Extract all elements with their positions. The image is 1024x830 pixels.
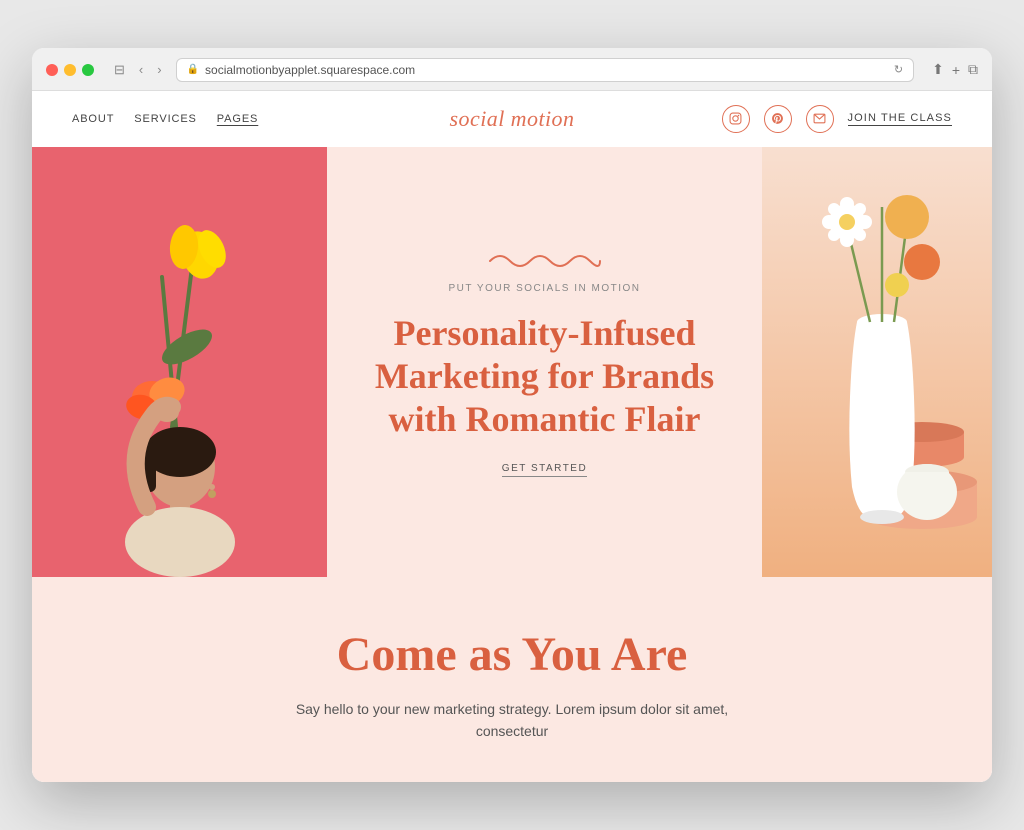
url-text: socialmotionbyapplet.squarespace.com (205, 63, 415, 77)
vases-photo (762, 147, 992, 577)
nav-about[interactable]: ABOUT (72, 113, 114, 125)
nav-right: JOIN THE CLASS (722, 105, 952, 133)
browser-chrome: ⊟ ‹ › 🔒 socialmotionbyapplet.squarespace… (32, 48, 992, 91)
share-button[interactable]: ⬆ (932, 61, 944, 78)
vases-svg (762, 147, 992, 577)
nav-left: ABOUT SERVICES PAGES (72, 113, 258, 125)
traffic-lights (46, 64, 94, 76)
maximize-dot[interactable] (82, 64, 94, 76)
sidebar-toggle[interactable]: ⊟ (110, 60, 129, 80)
email-icon[interactable] (806, 105, 834, 133)
browser-nav-controls: ⊟ ‹ › (110, 60, 166, 80)
hero-center-content: PUT YOUR SOCIALS IN MOTION Personality-I… (327, 147, 762, 577)
get-started-button[interactable]: GET STARTED (502, 463, 587, 477)
browser-action-buttons: ⬆ + ⧉ (932, 61, 978, 78)
wavy-decoration (485, 246, 605, 271)
site-nav: ABOUT SERVICES PAGES social motion (32, 91, 992, 147)
close-dot[interactable] (46, 64, 58, 76)
hero-section: PUT YOUR SOCIALS IN MOTION Personality-I… (32, 147, 992, 577)
site-logo[interactable]: social motion (450, 106, 575, 132)
woman-flowers-photo (32, 147, 327, 577)
nav-services[interactable]: SERVICES (134, 113, 196, 125)
pinterest-icon[interactable] (764, 105, 792, 133)
website-content: ABOUT SERVICES PAGES social motion (32, 91, 992, 783)
hero-subtitle: PUT YOUR SOCIALS IN MOTION (449, 283, 641, 294)
tabs-button[interactable]: ⧉ (968, 61, 978, 78)
below-hero-section: Come as You Are Say hello to your new ma… (32, 577, 992, 783)
nav-pages[interactable]: PAGES (217, 113, 259, 125)
lock-icon: 🔒 (187, 64, 199, 75)
instagram-icon[interactable] (722, 105, 750, 133)
section-title: Come as You Are (72, 627, 952, 682)
hero-left-image (32, 147, 327, 577)
forward-button[interactable]: › (153, 60, 165, 79)
section-text: Say hello to your new marketing strategy… (262, 698, 762, 743)
reload-icon[interactable]: ↻ (894, 63, 903, 76)
new-tab-button[interactable]: + (952, 62, 960, 78)
back-button[interactable]: ‹ (135, 60, 147, 79)
minimize-dot[interactable] (64, 64, 76, 76)
join-cta-button[interactable]: JOIN THE CLASS (848, 112, 952, 126)
woman-flowers-svg (32, 147, 327, 577)
hero-right-image (762, 147, 992, 577)
hero-headline: Personality-Infused Marketing for Brands… (357, 312, 732, 442)
address-bar[interactable]: 🔒 socialmotionbyapplet.squarespace.com ↻ (176, 58, 914, 82)
browser-window: ⊟ ‹ › 🔒 socialmotionbyapplet.squarespace… (32, 48, 992, 783)
